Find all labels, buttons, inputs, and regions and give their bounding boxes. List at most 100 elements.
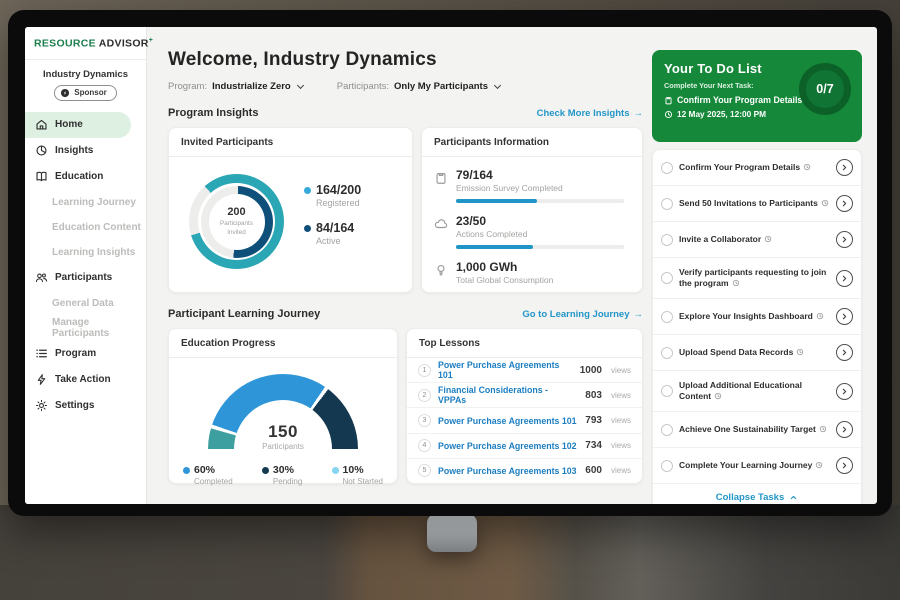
clock-icon bbox=[816, 312, 824, 320]
task-checkbox[interactable] bbox=[661, 272, 673, 284]
lesson-row: 1 Power Purchase Agreements 101 1000view… bbox=[407, 358, 642, 383]
task-checkbox[interactable] bbox=[661, 311, 673, 323]
task-checkbox[interactable] bbox=[661, 424, 673, 436]
sidebar-nav: Home Insights Education Learning Journey… bbox=[25, 112, 146, 419]
collapse-tasks-link[interactable]: Collapse Tasks bbox=[653, 484, 861, 504]
chevron-right-button[interactable] bbox=[836, 159, 853, 176]
sidebar-item-settings[interactable]: Settings bbox=[25, 393, 146, 419]
sidebar-item-manage-participants[interactable]: Manage Participants bbox=[25, 316, 146, 341]
task-row-verify-participants[interactable]: Verify participants requesting to join t… bbox=[653, 258, 861, 299]
task-row-explore-insights[interactable]: Explore Your Insights Dashboard bbox=[653, 299, 861, 335]
task-row-send-invitations[interactable]: Send 50 Invitations to Participants bbox=[653, 186, 861, 222]
arrow-right-icon: → bbox=[634, 309, 644, 320]
monitor-bezel: RESOURCE ADVISOR+ Industry Dynamics Spon… bbox=[8, 10, 892, 516]
participants-filter-dropdown[interactable]: Participants: Only My Participants bbox=[337, 81, 500, 92]
survey-clipboard-icon bbox=[434, 171, 448, 185]
check-more-insights-link[interactable]: Check More Insights→ bbox=[537, 108, 643, 119]
app-logo: RESOURCE ADVISOR+ bbox=[34, 37, 146, 50]
lesson-row: 5 Power Purchase Agreements 103 600views bbox=[407, 459, 642, 483]
sidebar-item-learning-journey[interactable]: Learning Journey bbox=[25, 190, 146, 215]
lesson-row: 4 Power Purchase Agreements 102 734views bbox=[407, 434, 642, 459]
task-checkbox[interactable] bbox=[661, 162, 673, 174]
invited-donut-chart: 200 Participants Invited bbox=[189, 174, 284, 269]
clock-icon bbox=[714, 392, 722, 400]
stat-actions-completed: 23/50 Actions Completed bbox=[434, 214, 630, 249]
legend-active: 84/164 Active bbox=[304, 221, 361, 246]
todo-due-date: 12 May 2025, 12:00 PM bbox=[677, 109, 766, 119]
clock-icon bbox=[796, 348, 804, 356]
task-checkbox[interactable] bbox=[661, 234, 673, 246]
progress-bar bbox=[456, 199, 624, 203]
participants-icon bbox=[35, 271, 48, 284]
legend-not-started: 10% Not Started bbox=[332, 464, 383, 486]
lesson-link[interactable]: Power Purchase Agreements 101 bbox=[438, 416, 578, 426]
lesson-link[interactable]: Financial Considerations - VPPAs bbox=[438, 385, 578, 405]
sidebar-item-home[interactable]: Home bbox=[25, 112, 131, 138]
chevron-right-button[interactable] bbox=[836, 457, 853, 474]
sidebar-item-participants[interactable]: Participants bbox=[25, 265, 146, 291]
education-icon bbox=[35, 170, 48, 183]
program-list-icon bbox=[35, 347, 48, 360]
sidebar-item-education-content[interactable]: Education Content bbox=[25, 215, 146, 240]
task-checkbox[interactable] bbox=[661, 347, 673, 359]
task-row-upload-educational-content[interactable]: Upload Additional Educational Content bbox=[653, 371, 861, 412]
sponsor-badge[interactable]: Sponsor bbox=[54, 85, 116, 101]
chevron-down-icon bbox=[494, 81, 501, 88]
chevron-up-icon bbox=[789, 493, 798, 502]
filter-bar: Program: Industrialize Zero Participants… bbox=[168, 81, 643, 92]
rank-badge: 1 bbox=[418, 364, 431, 377]
task-row-upload-spend-data[interactable]: Upload Spend Data Records bbox=[653, 335, 861, 371]
task-checkbox[interactable] bbox=[661, 460, 673, 472]
take-action-icon bbox=[35, 373, 48, 386]
dashboard-screen: RESOURCE ADVISOR+ Industry Dynamics Spon… bbox=[25, 27, 877, 504]
divider bbox=[25, 59, 146, 60]
card-title: Invited Participants bbox=[169, 128, 412, 157]
lesson-link[interactable]: Power Purchase Agreements 103 bbox=[438, 466, 578, 476]
todo-column: Your To Do List Complete Your Next Task:… bbox=[652, 27, 862, 504]
chevron-right-button[interactable] bbox=[836, 383, 853, 400]
gear-icon bbox=[35, 399, 48, 412]
donut-center-label: Participants Invited bbox=[214, 220, 260, 237]
insights-icon bbox=[35, 144, 48, 157]
page-title: Welcome, Industry Dynamics bbox=[168, 49, 643, 71]
program-filter-dropdown[interactable]: Program: Industrialize Zero bbox=[168, 81, 303, 92]
chevron-right-button[interactable] bbox=[836, 231, 853, 248]
photo-background: RESOURCE ADVISOR+ Industry Dynamics Spon… bbox=[0, 0, 900, 600]
account-name: Industry Dynamics bbox=[25, 69, 146, 80]
task-row-complete-learning-journey[interactable]: Complete Your Learning Journey bbox=[653, 448, 861, 484]
rank-badge: 3 bbox=[418, 414, 431, 427]
chevron-right-button[interactable] bbox=[836, 270, 853, 287]
card-title: Education Progress bbox=[169, 329, 397, 358]
clock-icon bbox=[815, 461, 823, 469]
lesson-row: 3 Power Purchase Agreements 101 793views bbox=[407, 408, 642, 433]
sidebar-item-program[interactable]: Program bbox=[25, 341, 146, 367]
card-title: Participants Information bbox=[422, 128, 642, 157]
clock-icon bbox=[764, 235, 772, 243]
gauge-center-label: Participants bbox=[208, 442, 358, 451]
legend-completed: 60% Completed bbox=[183, 464, 233, 486]
task-checkbox[interactable] bbox=[661, 385, 673, 397]
task-checkbox[interactable] bbox=[661, 198, 673, 210]
task-row-achieve-sustainability-target[interactable]: Achieve One Sustainability Target bbox=[653, 412, 861, 448]
task-row-invite-collaborator[interactable]: Invite a Collaborator bbox=[653, 222, 861, 258]
clock-icon bbox=[664, 110, 673, 119]
sidebar-item-general-data[interactable]: General Data bbox=[25, 291, 146, 316]
sidebar-item-take-action[interactable]: Take Action bbox=[25, 367, 146, 393]
chevron-right-button[interactable] bbox=[836, 421, 853, 438]
clipboard-icon bbox=[664, 96, 673, 105]
sidebar-item-insights[interactable]: Insights bbox=[25, 138, 146, 164]
task-row-confirm-program[interactable]: Confirm Your Program Details bbox=[653, 150, 861, 186]
chevron-right-button[interactable] bbox=[836, 195, 853, 212]
sidebar-item-learning-insights[interactable]: Learning Insights bbox=[25, 240, 146, 265]
rank-badge: 4 bbox=[418, 439, 431, 452]
go-to-learning-journey-link[interactable]: Go to Learning Journey→ bbox=[522, 309, 643, 320]
card-title: Top Lessons bbox=[407, 329, 642, 358]
chevron-right-button[interactable] bbox=[836, 344, 853, 361]
lesson-link[interactable]: Power Purchase Agreements 101 bbox=[438, 360, 573, 380]
lesson-link[interactable]: Power Purchase Agreements 102 bbox=[438, 441, 578, 451]
sponsor-icon bbox=[60, 88, 70, 98]
chevron-right-button[interactable] bbox=[836, 308, 853, 325]
sidebar-item-education[interactable]: Education bbox=[25, 164, 146, 190]
clock-icon bbox=[821, 199, 829, 207]
section-title-program-insights: Program Insights bbox=[168, 107, 258, 119]
